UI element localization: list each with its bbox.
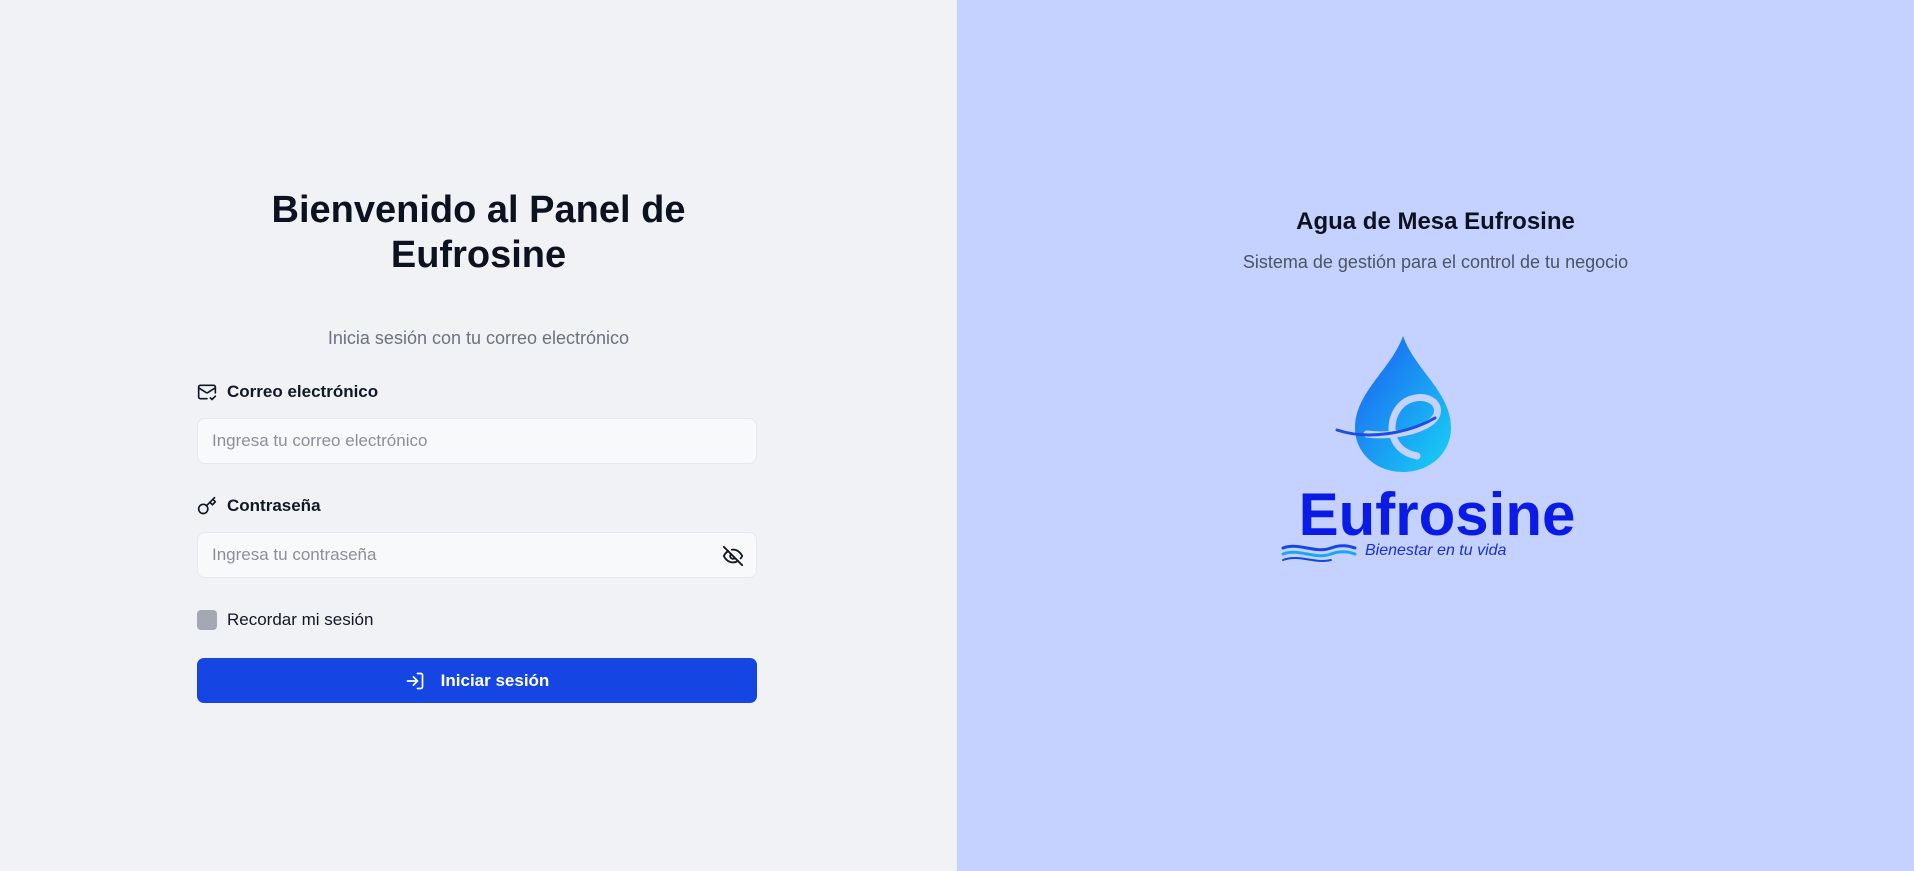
- water-drop-icon: [1335, 336, 1451, 472]
- key-icon: [197, 496, 217, 515]
- brand-panel: Agua de Mesa Eufrosine Sistema de gestió…: [957, 0, 1914, 871]
- page-title: Bienvenido al Panel de Eufrosine: [0, 188, 957, 278]
- login-form: Correo electrónico Contraseña: [197, 380, 757, 703]
- email-label: Correo electrónico: [227, 382, 379, 401]
- log-in-icon: [406, 672, 423, 689]
- password-field-wrapper: [197, 532, 757, 578]
- password-label: Contraseña: [227, 496, 321, 515]
- brand-title: Agua de Mesa Eufrosine: [1296, 208, 1575, 235]
- brand-subtitle: Sistema de gestión para el control de tu…: [1242, 252, 1629, 272]
- password-label-row: Contraseña: [197, 494, 757, 518]
- logo-tagline: Bienestar en tu vida: [1365, 542, 1507, 559]
- page-title-line1: Bienvenido al Panel de: [271, 189, 686, 231]
- page-title-line2: Eufrosine: [390, 234, 567, 276]
- eye-off-icon[interactable]: [722, 545, 744, 567]
- eufrosine-logo: Eufrosine Bienestar en tu vida: [1257, 330, 1617, 570]
- login-button[interactable]: Iniciar sesión: [197, 658, 757, 703]
- remember-checkbox[interactable]: [197, 610, 217, 630]
- waves-icon: [1281, 544, 1357, 562]
- login-subtitle: Inicia sesión con tu correo electrónico: [327, 328, 630, 348]
- email-field[interactable]: [212, 431, 756, 451]
- login-panel: Bienvenido al Panel de Eufrosine Inicia …: [0, 0, 957, 871]
- remember-row: Recordar mi sesión: [197, 610, 757, 630]
- email-field-wrapper: [197, 418, 757, 464]
- login-button-label: Iniciar sesión: [440, 670, 550, 690]
- password-field[interactable]: [212, 545, 756, 565]
- mail-check-icon: [197, 384, 217, 401]
- email-label-row: Correo electrónico: [197, 380, 757, 404]
- remember-label: Recordar mi sesión: [227, 610, 374, 629]
- logo-wordmark: Eufrosine: [1298, 481, 1576, 548]
